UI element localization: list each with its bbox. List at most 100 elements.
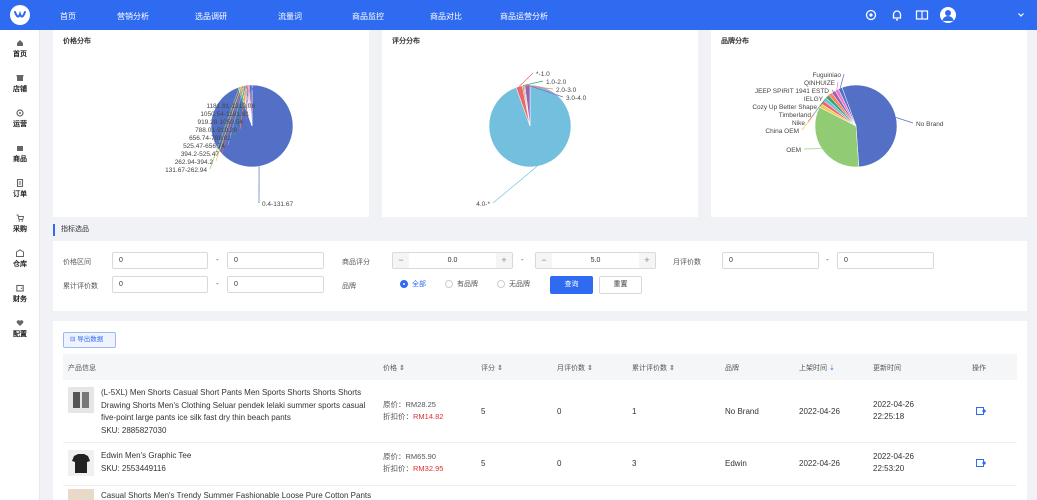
price-max-input[interactable]: 0 <box>227 252 324 269</box>
price-min-input[interactable]: 0 <box>112 252 208 269</box>
brand-option-label: 全部 <box>412 281 426 288</box>
rating-max-stepper[interactable]: − 5.0 + <box>535 252 656 269</box>
discount-price-label: 折扣价： <box>383 464 413 473</box>
sidebar-item-orders[interactable]: 订单 <box>0 178 40 199</box>
total-reviews-label: 累计评价数 <box>63 283 98 290</box>
col-updated-time: 更新时间 <box>873 365 901 372</box>
app-logo[interactable] <box>0 0 40 30</box>
pie-label: Timberland <box>779 112 812 119</box>
sidebar-item-products[interactable]: 商品 <box>0 144 40 164</box>
product-name[interactable]: Edwin Men's Graphic Tee SKU: 2553449116 <box>101 450 373 475</box>
pie-label: 2.0-3.0 <box>556 87 577 94</box>
monthly-reviews-min-input[interactable]: 0 <box>722 252 819 269</box>
col-label: 价格 <box>383 365 397 372</box>
col-product-info: 产品信息 <box>68 365 96 372</box>
total-reviews-min-input[interactable]: 0 <box>112 276 208 293</box>
increment-button[interactable]: + <box>639 253 655 268</box>
total-reviews-cell: 1 <box>632 407 637 416</box>
logo-icon <box>10 5 30 25</box>
filter-panel: 价格区间 0 - 0 商品评分 − 0.0 + - − 5.0 + 月评价数 0… <box>53 241 1027 311</box>
brand-cell: No Brand <box>725 407 759 416</box>
increment-button[interactable]: + <box>496 253 512 268</box>
view-link-icon[interactable] <box>976 407 987 415</box>
brand-option-label: 有品牌 <box>457 281 478 288</box>
nav-product-compare[interactable]: 商品对比 <box>430 11 462 22</box>
decrement-button[interactable]: − <box>536 253 552 268</box>
monthly-reviews-cell: 0 <box>557 459 562 468</box>
pie-label: Fuguiniao <box>812 72 841 79</box>
rating-min-stepper[interactable]: − 0.0 + <box>392 252 513 269</box>
pie-label-line <box>836 81 839 90</box>
product-title[interactable]: Casual Shorts Men's Trendy Summer Fashio… <box>101 491 371 500</box>
product-thumbnail[interactable] <box>68 489 94 500</box>
brand-option-label: 无品牌 <box>509 281 530 288</box>
product-name[interactable]: Casual Shorts Men's Trendy Summer Fashio… <box>101 490 373 500</box>
nav-marketing-analysis[interactable]: 营销分析 <box>117 11 149 22</box>
col-listed-time[interactable]: 上架时间 ⇣ <box>799 363 835 373</box>
sidebar-item-settings[interactable]: 配置 <box>0 319 40 339</box>
export-data-button[interactable]: ⊟ 导出数据 <box>63 332 116 348</box>
updated-time-cell: 2022-04-26 22:25:18 <box>873 400 914 421</box>
product-title[interactable]: (L-5XL) Men Shorts Casual Short Pants Me… <box>101 388 365 422</box>
product-title[interactable]: Edwin Men's Graphic Tee <box>101 451 191 460</box>
search-button[interactable]: 查询 <box>550 276 593 294</box>
product-thumbnail[interactable] <box>68 387 94 413</box>
order-icon <box>16 178 24 188</box>
updated-time-cell: 2022-04-26 22:53:20 <box>873 452 914 473</box>
col-rating[interactable]: 评分 ⇕ <box>481 363 503 373</box>
book-icon[interactable] <box>915 8 929 22</box>
cart-icon <box>16 214 25 222</box>
brand-cell: Edwin <box>725 459 747 468</box>
sidebar-item-store[interactable]: 店铺 <box>0 74 40 94</box>
decrement-button[interactable]: − <box>393 253 409 268</box>
sort-icon: ⇕ <box>668 365 675 372</box>
brand-radio-all[interactable]: 全部 <box>400 279 426 289</box>
sidebar-item-label: 配置 <box>13 331 27 338</box>
col-monthly-reviews[interactable]: 月评价数 ⇕ <box>557 363 593 373</box>
brand-radio-branded[interactable]: 有品牌 <box>445 279 478 289</box>
col-label: 月评价数 <box>557 365 585 372</box>
listed-time-cell: 2022-04-26 <box>799 407 840 416</box>
gear-icon[interactable] <box>864 8 878 22</box>
export-data-label: 导出数据 <box>77 336 104 343</box>
pie-label-line <box>518 72 534 87</box>
user-avatar-icon[interactable] <box>940 7 956 23</box>
pie-label: 394.2-525.47 <box>181 151 220 158</box>
price-range-label: 价格区间 <box>63 259 91 266</box>
sidebar-item-label: 订单 <box>13 191 27 198</box>
sidebar-item-home[interactable]: 首页 <box>0 39 40 59</box>
product-thumbnail[interactable] <box>68 450 94 476</box>
sidebar-item-operations[interactable]: 运营 <box>0 109 40 129</box>
brand-distribution-pie: No Brand OEM China OEMNikeTimberlandCozy U… <box>752 72 944 168</box>
col-total-reviews[interactable]: 累计评价数 ⇕ <box>632 363 675 373</box>
monthly-reviews-max-input[interactable]: 0 <box>837 252 934 269</box>
pie-label: 1050.54-1181.81 <box>200 111 249 118</box>
reset-button[interactable]: 重置 <box>599 276 642 294</box>
rating-min-value[interactable]: 0.0 <box>409 253 496 268</box>
sidebar-item-warehouse[interactable]: 仓库 <box>0 249 40 269</box>
product-name[interactable]: (L-5XL) Men Shorts Casual Short Pants Me… <box>101 387 373 437</box>
sidebar-item-label: 采购 <box>13 226 27 233</box>
pie-label: 1.0-2.0 <box>546 79 567 86</box>
view-link-icon[interactable] <box>976 459 987 467</box>
brand-label: 品牌 <box>342 283 356 290</box>
nav-home[interactable]: 首页 <box>60 11 76 22</box>
pie-label: QINHUIZE <box>804 80 836 87</box>
gear-icon <box>16 109 24 117</box>
rating-max-value[interactable]: 5.0 <box>552 253 639 268</box>
sidebar-item-finance[interactable]: 财务 <box>0 284 40 304</box>
nav-product-research[interactable]: 选品调研 <box>195 11 227 22</box>
total-reviews-max-input[interactable]: 0 <box>227 276 324 293</box>
sidebar-item-label: 商品 <box>13 156 27 163</box>
nav-product-monitor[interactable]: 商品监控 <box>352 11 384 22</box>
sidebar-item-purchasing[interactable]: 采购 <box>0 214 40 234</box>
pie-label: 0.4-131.67 <box>262 201 293 208</box>
bell-icon[interactable] <box>890 8 904 22</box>
chevron-down-icon[interactable] <box>1016 10 1026 20</box>
original-price: RM28.25 <box>405 400 436 409</box>
col-price[interactable]: 价格 ⇕ <box>383 363 405 373</box>
nav-traffic-keywords[interactable]: 流量词 <box>278 11 302 22</box>
brand-radio-unbranded[interactable]: 无品牌 <box>497 279 530 289</box>
nav-product-ops-analysis[interactable]: 商品运营分析 <box>500 11 548 22</box>
heart-icon <box>16 319 24 327</box>
